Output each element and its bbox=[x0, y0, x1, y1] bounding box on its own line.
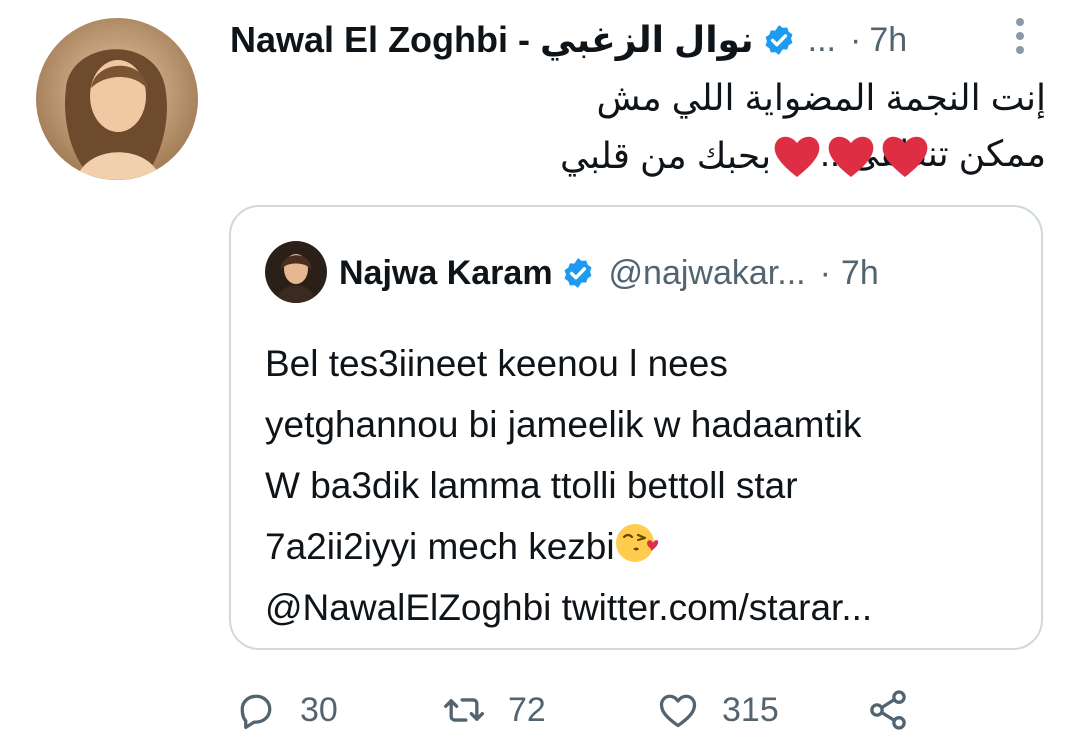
tweet-time[interactable]: 7h bbox=[869, 21, 907, 60]
avatar-photo bbox=[265, 241, 327, 303]
quoted-tweet-header: Najwa Karam @najwakar... · 7h bbox=[339, 245, 879, 301]
quoted-text-line: yetghannou bi jameelik w hadaamtik bbox=[265, 404, 862, 445]
like-count: 315 bbox=[722, 690, 779, 729]
quoted-tweet-text: Bel tes3iineet keenou l nees yetghannou … bbox=[265, 333, 1025, 638]
heart-emojis bbox=[771, 133, 931, 179]
quoted-tweet-time: 7h bbox=[840, 253, 879, 292]
verified-badge-icon bbox=[762, 23, 796, 57]
quoted-author-avatar bbox=[265, 241, 327, 303]
retweet-icon bbox=[444, 698, 484, 722]
reply-button[interactable]: 30 bbox=[234, 680, 338, 740]
red-heart-icon bbox=[774, 136, 820, 177]
verified-badge-icon bbox=[561, 256, 595, 290]
kiss-face-emoji-icon bbox=[615, 524, 658, 562]
share-icon bbox=[870, 690, 906, 730]
quoted-text-line: @NawalElZoghbi twitter.com/starar... bbox=[265, 587, 873, 628]
author-name[interactable]: Nawal El Zoghbi - نوال الزغبي bbox=[230, 19, 754, 61]
tweet-text-line-2: بحبك من قلبي bbox=[560, 128, 1046, 184]
more-options-icon[interactable] bbox=[1008, 14, 1032, 58]
quoted-text-line: W ba3dik lamma ttolli bettoll star bbox=[265, 465, 798, 506]
share-button[interactable] bbox=[866, 680, 910, 740]
tweet-action-bar: 30 72 315 bbox=[230, 680, 950, 740]
name-overflow: ... bbox=[807, 20, 836, 59]
tweet-text-line-2-text: بحبك من قلبي bbox=[560, 135, 772, 176]
separator-dot: · bbox=[850, 20, 862, 59]
quoted-text-line: Bel tes3iineet keenou l nees bbox=[265, 343, 728, 384]
quoted-tweet-card[interactable]: Najwa Karam @najwakar... · 7h Bel tes3ii… bbox=[229, 205, 1043, 650]
reply-count: 30 bbox=[300, 690, 338, 729]
tweet-header: Nawal El Zoghbi - نوال الزغبي ... · 7h bbox=[230, 14, 1030, 66]
avatar-photo bbox=[36, 18, 198, 180]
like-button[interactable]: 315 bbox=[656, 680, 779, 740]
red-heart-icon bbox=[882, 136, 928, 177]
quoted-text-line-with-emoji: 7a2ii2iyyi mech kezbi bbox=[265, 516, 1025, 577]
heart-icon bbox=[659, 694, 697, 728]
retweet-button[interactable]: 72 bbox=[442, 680, 546, 740]
retweet-count: 72 bbox=[508, 690, 546, 729]
quoted-author-handle: @najwakar... bbox=[608, 253, 806, 292]
quoted-text-line: 7a2ii2iyyi mech kezbi bbox=[265, 526, 615, 567]
separator-dot: · bbox=[819, 253, 831, 292]
red-heart-icon bbox=[828, 136, 874, 177]
quoted-author-name: Najwa Karam bbox=[339, 253, 553, 292]
reply-icon bbox=[240, 694, 272, 730]
author-avatar[interactable] bbox=[36, 18, 198, 180]
